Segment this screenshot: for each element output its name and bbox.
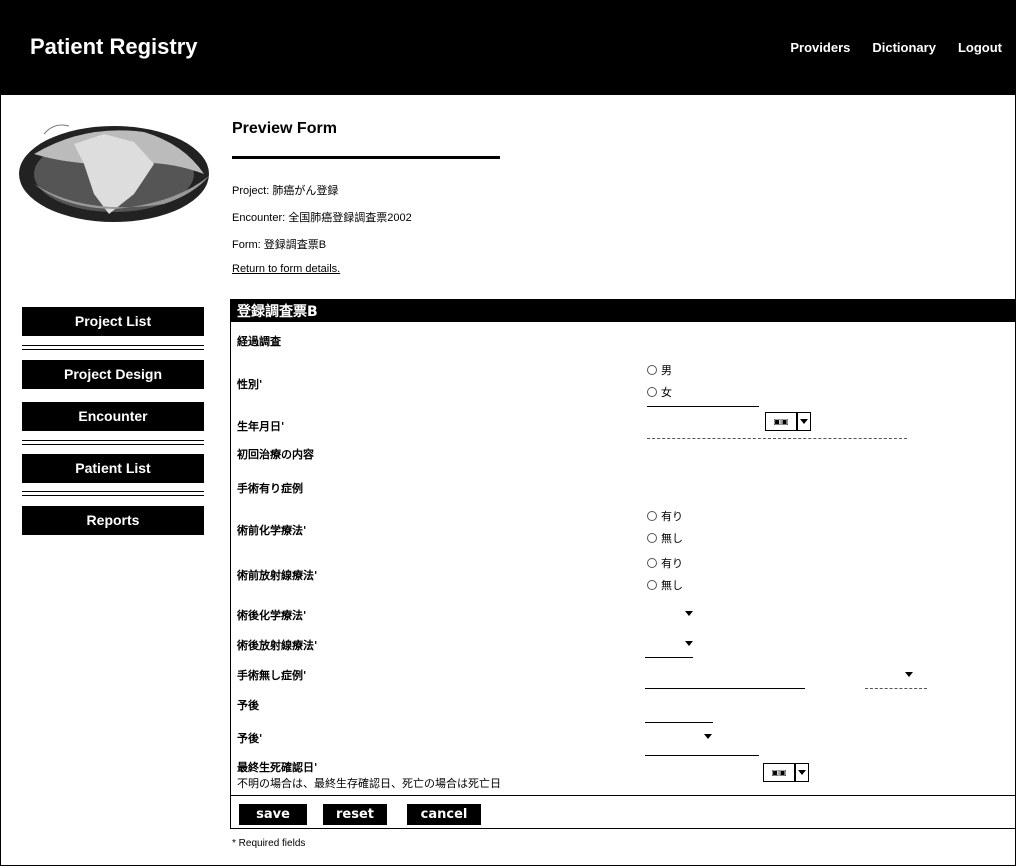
- field-label-followup: 経過調査: [237, 335, 281, 348]
- radio-circle-icon: [647, 387, 657, 397]
- last-confirmed-input[interactable]: [645, 755, 759, 756]
- app-title: Patient Registry: [30, 34, 198, 59]
- field-label-prognosis-2: 予後': [237, 732, 263, 745]
- calendar-icon[interactable]: ▣▣: [765, 412, 797, 431]
- field-label-birthdate: 生年月日': [237, 420, 285, 433]
- birthdate-input[interactable]: [647, 406, 759, 407]
- field-label-no-surgery-cases: 手術無し症例': [237, 669, 307, 682]
- select-postop-chemo-caret-icon[interactable]: [685, 611, 693, 616]
- radio-preop-radiation-no[interactable]: 無し: [647, 577, 683, 593]
- select-postop-radiation-line: [645, 657, 693, 658]
- field-label-preop-chemo: 術前化学療法': [237, 524, 307, 537]
- radio-female[interactable]: 女: [647, 384, 672, 400]
- select-no-surgery-line: [645, 688, 805, 689]
- cancel-button[interactable]: cancel: [407, 804, 481, 825]
- return-to-form-details-link[interactable]: Return to form details.: [232, 263, 340, 275]
- select-no-surgery-caret-icon[interactable]: [905, 672, 913, 677]
- radio-male[interactable]: 男: [647, 362, 672, 378]
- field-label-initial-treatment: 初回治療の内容: [237, 448, 314, 461]
- nav-logout-link[interactable]: Logout: [958, 40, 1002, 55]
- sidebar-divider: [22, 345, 204, 350]
- calendar-dropdown-icon[interactable]: [797, 412, 811, 431]
- radio-preop-chemo-no[interactable]: 無し: [647, 530, 683, 546]
- form-header: 登録調査票B: [231, 300, 1015, 322]
- field-label-sex: 性別': [237, 378, 263, 391]
- field-label-surgery-cases: 手術有り症例: [237, 482, 303, 495]
- sidebar-item-encounter[interactable]: Encounter: [22, 402, 204, 431]
- top-header: Patient Registry Providers Dictionary Lo…: [0, 0, 1016, 95]
- field-label-postop-radiation: 術後放射線療法': [237, 639, 318, 652]
- sidebar-item-project-list[interactable]: Project List: [22, 307, 204, 336]
- decorative-divider: [865, 688, 927, 689]
- title-rule: [232, 156, 500, 159]
- reset-button[interactable]: reset: [323, 804, 387, 825]
- sidebar-item-reports[interactable]: Reports: [22, 506, 204, 535]
- field-label-prognosis: 予後: [237, 699, 259, 712]
- field-label-last-confirmed: 最終生死確認日' 不明の場合は、最終生存確認日、死亡の場合は死亡日: [237, 761, 501, 790]
- form-button-bar: save reset cancel: [231, 795, 1015, 829]
- page-title: Preview Form: [232, 120, 337, 137]
- radio-circle-icon: [647, 533, 657, 543]
- nav-dictionary-link[interactable]: Dictionary: [872, 40, 936, 55]
- calendar-icon[interactable]: ▣▣: [763, 763, 795, 782]
- top-nav: Providers Dictionary Logout: [790, 40, 1002, 55]
- save-button[interactable]: save: [239, 804, 307, 825]
- form-info: Form: 登録調査票B: [232, 239, 327, 251]
- radio-circle-icon: [647, 365, 657, 375]
- decorative-divider: [647, 438, 907, 439]
- preview-form: 登録調査票B 経過調査 性別' 男 女 生年月日' ▣▣ 初回治療の内容 手術有…: [230, 299, 1016, 829]
- field-note-last-confirmed: 不明の場合は、最終生存確認日、死亡の場合は死亡日: [237, 777, 501, 790]
- encounter-info: Encounter: 全国肺癌登録調査票2002: [232, 212, 412, 224]
- radio-preop-radiation-yes[interactable]: 有り: [647, 555, 683, 571]
- sidebar-divider: [22, 440, 204, 445]
- radio-circle-icon: [647, 580, 657, 590]
- sidebar-item-patient-list[interactable]: Patient List: [22, 454, 204, 483]
- required-fields-note: * Required fields: [232, 838, 306, 849]
- select-postop-radiation-caret-icon[interactable]: [685, 641, 693, 646]
- sidebar-item-project-design[interactable]: Project Design: [22, 360, 204, 389]
- field-label-preop-radiation: 術前放射線療法': [237, 569, 318, 582]
- select-prognosis-caret-icon[interactable]: [704, 734, 712, 739]
- radio-preop-chemo-yes[interactable]: 有り: [647, 508, 683, 524]
- radio-circle-icon: [647, 511, 657, 521]
- calendar-dropdown-icon[interactable]: [795, 763, 809, 782]
- globe-logo-image: [19, 124, 209, 222]
- project-info: Project: 肺癌がん登録: [232, 185, 339, 197]
- field-label-postop-chemo: 術後化学療法': [237, 609, 307, 622]
- radio-circle-icon: [647, 558, 657, 568]
- sidebar-divider: [22, 491, 204, 496]
- nav-providers-link[interactable]: Providers: [790, 40, 850, 55]
- prognosis-line: [645, 722, 713, 723]
